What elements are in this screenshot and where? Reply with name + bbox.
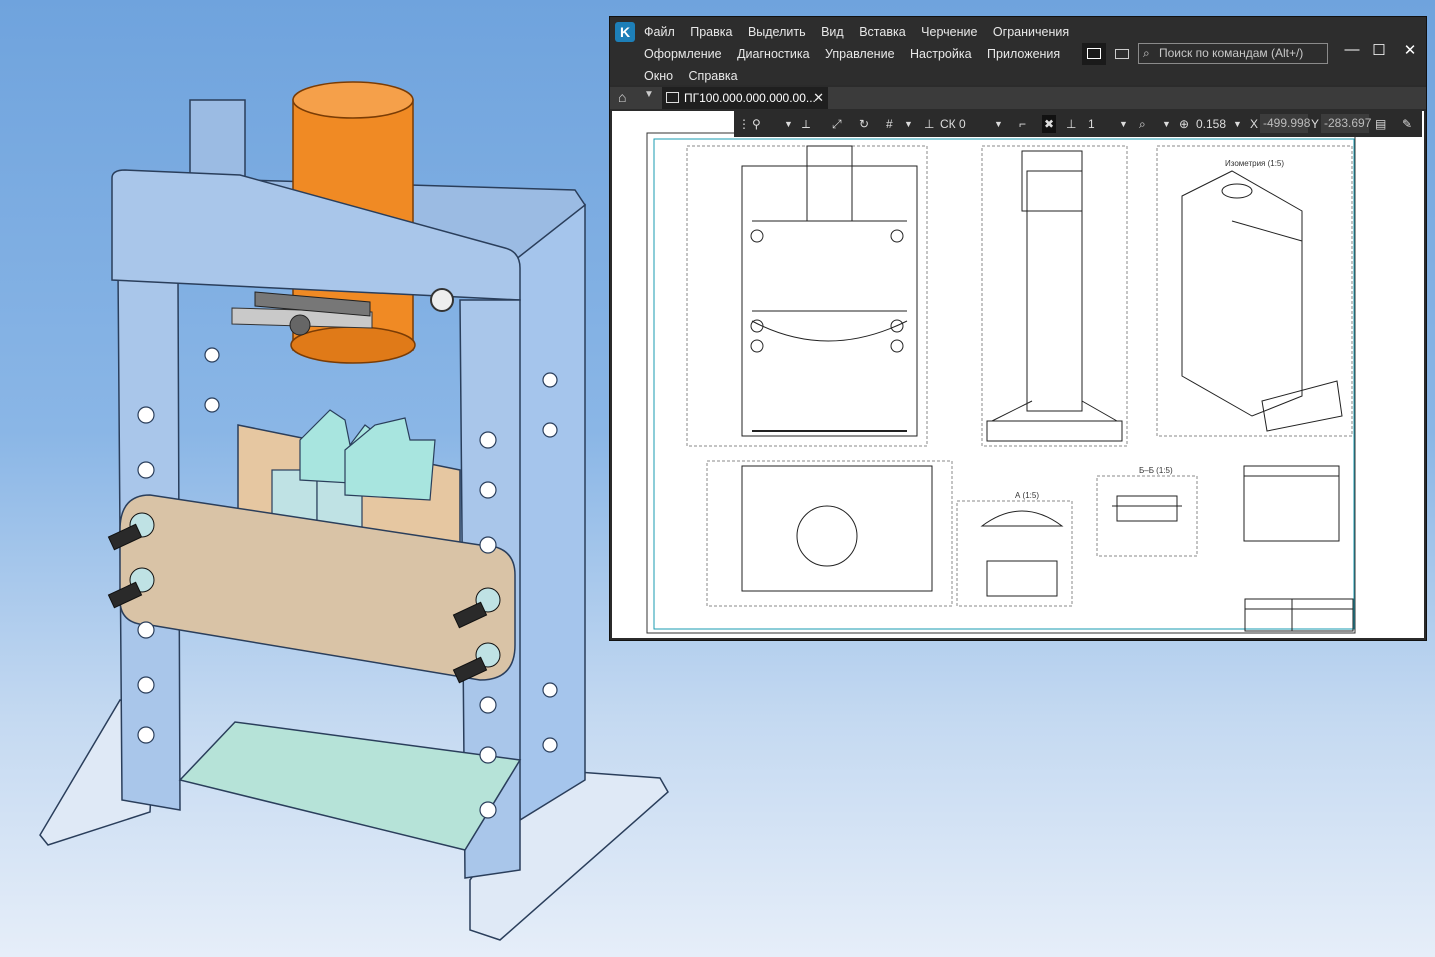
step-icon[interactable]: ⌐ [1019, 115, 1026, 133]
menu-settings[interactable]: Настройка [910, 47, 972, 61]
menu-constraints[interactable]: Ограничения [993, 25, 1069, 39]
screen-mode-icon[interactable] [1110, 43, 1134, 65]
command-search-input[interactable]: ⌕ Поиск по командам (Alt+/) [1138, 43, 1328, 64]
v-block-top-right [344, 417, 436, 501]
zoom-value-dropdown-icon[interactable]: ▼ [1233, 115, 1242, 133]
view-a-title: А (1:5) [1015, 491, 1040, 500]
adjust-knob [289, 314, 311, 336]
search-icon: ⌕ [1143, 46, 1150, 60]
y-label: Y [1311, 117, 1320, 131]
iso-view-title: Изометрия (1:5) [1225, 159, 1285, 168]
home-icon[interactable]: ⌂ [618, 89, 626, 105]
cylinder-bottom [290, 326, 416, 364]
ortho-icon[interactable]: ⟂ [802, 115, 810, 133]
drawing-toolbar: ⋮ ⚲ ▼ ⟂ ⤢ ↻ # ▼ ⊥ СК 0 ▼ ⌐ ✖ ⊥ 1 ▼ ⌕ ▼ ⊕… [734, 111, 1422, 137]
menu-file[interactable]: Файл [644, 25, 675, 39]
layer-select[interactable]: 1 [1088, 115, 1095, 133]
drawing-sheet [646, 132, 1356, 634]
menu-row-3: Окно Справка [644, 66, 750, 86]
x-coordinate-field[interactable]: -499.998 [1260, 114, 1310, 133]
y-coordinate-field[interactable]: -283.697 [1321, 114, 1371, 133]
x-label: X [1250, 117, 1259, 131]
tab-label: ПГ100.000.000.000.00... [684, 91, 816, 105]
hydraulic-press-model [39, 81, 669, 941]
section-view-title: Б–Б (1:5) [1139, 466, 1173, 475]
grip-icon: ⋮ [738, 117, 750, 131]
snap-icon[interactable]: ⚲ [752, 115, 761, 133]
grid-dropdown-icon[interactable]: ▼ [904, 115, 913, 133]
cs-icon: ⊥ [924, 117, 935, 131]
zoom-icon: ⊕ [1179, 117, 1190, 131]
menu-row-1: Файл Правка Выделить Вид Вставка Черчени… [644, 22, 1081, 42]
local-cs-icon[interactable]: ⤢ [832, 115, 842, 133]
minimize-button[interactable]: — [1342, 41, 1362, 58]
cylinder-top [292, 81, 414, 119]
tab-close-icon[interactable]: ✕ [813, 87, 824, 109]
menu-window[interactable]: Окно [644, 69, 673, 83]
zoom-dropdown-icon[interactable]: ▼ [1162, 115, 1171, 133]
cs-select[interactable]: СК 0 [940, 115, 966, 133]
document-tab-bar: ⌂ ▼ ПГ100.000.000.000.00... ✕ [610, 87, 1426, 109]
layer-tool-icon[interactable]: ✖ [1042, 115, 1057, 133]
menu-bar: K Файл Правка Выделить Вид Вставка Черче… [610, 17, 1426, 85]
tab-document[interactable]: ПГ100.000.000.000.00... ✕ [662, 87, 828, 109]
menu-insert[interactable]: Вставка [859, 25, 905, 39]
menu-view[interactable]: Вид [821, 25, 844, 39]
pressure-gauge [430, 288, 454, 312]
layer-dropdown-icon[interactable]: ▼ [1119, 115, 1128, 133]
ruler-icon[interactable]: ▤ [1375, 115, 1386, 133]
snap-dropdown-icon[interactable]: ▼ [784, 115, 793, 133]
tabs-dropdown-icon[interactable]: ▼ [644, 89, 654, 100]
menu-row-2: Оформление Диагностика Управление Настро… [644, 44, 1072, 64]
drawing-doc-icon [666, 92, 679, 103]
menu-diagnostics[interactable]: Диагностика [737, 47, 809, 61]
zoom-window-icon[interactable]: ⌕ [1139, 115, 1146, 133]
menu-apps[interactable]: Приложения [987, 47, 1060, 61]
cad-window: K Файл Правка Выделить Вид Вставка Черче… [609, 16, 1427, 641]
menu-help[interactable]: Справка [689, 69, 738, 83]
pipette-icon[interactable]: ✎ [1402, 115, 1412, 133]
close-button[interactable]: ✕ [1400, 41, 1420, 59]
panel-toggle-icon[interactable] [1082, 43, 1106, 65]
layer-icon: ⊥ [1066, 117, 1077, 131]
menu-edit[interactable]: Правка [690, 25, 732, 39]
menu-format[interactable]: Оформление [644, 47, 722, 61]
right-back-column [514, 203, 586, 822]
cs-dropdown-icon[interactable]: ▼ [994, 115, 1003, 133]
menu-select[interactable]: Выделить [748, 25, 806, 39]
grid-icon[interactable]: # [886, 115, 893, 133]
app-logo-icon[interactable]: K [615, 22, 635, 42]
menu-manage[interactable]: Управление [825, 47, 895, 61]
rotate-cs-icon[interactable]: ↻ [859, 115, 869, 133]
search-placeholder: Поиск по командам (Alt+/) [1159, 46, 1304, 60]
drawing-area[interactable]: Изометрия (1:5) А (1:5) Б–Б (1:5) ⋮ ⚲ ▼ … [612, 111, 1424, 638]
maximize-button[interactable]: ☐ [1369, 41, 1389, 59]
menu-drawing[interactable]: Черчение [921, 25, 977, 39]
zoom-value[interactable]: 0.158 [1196, 115, 1226, 133]
